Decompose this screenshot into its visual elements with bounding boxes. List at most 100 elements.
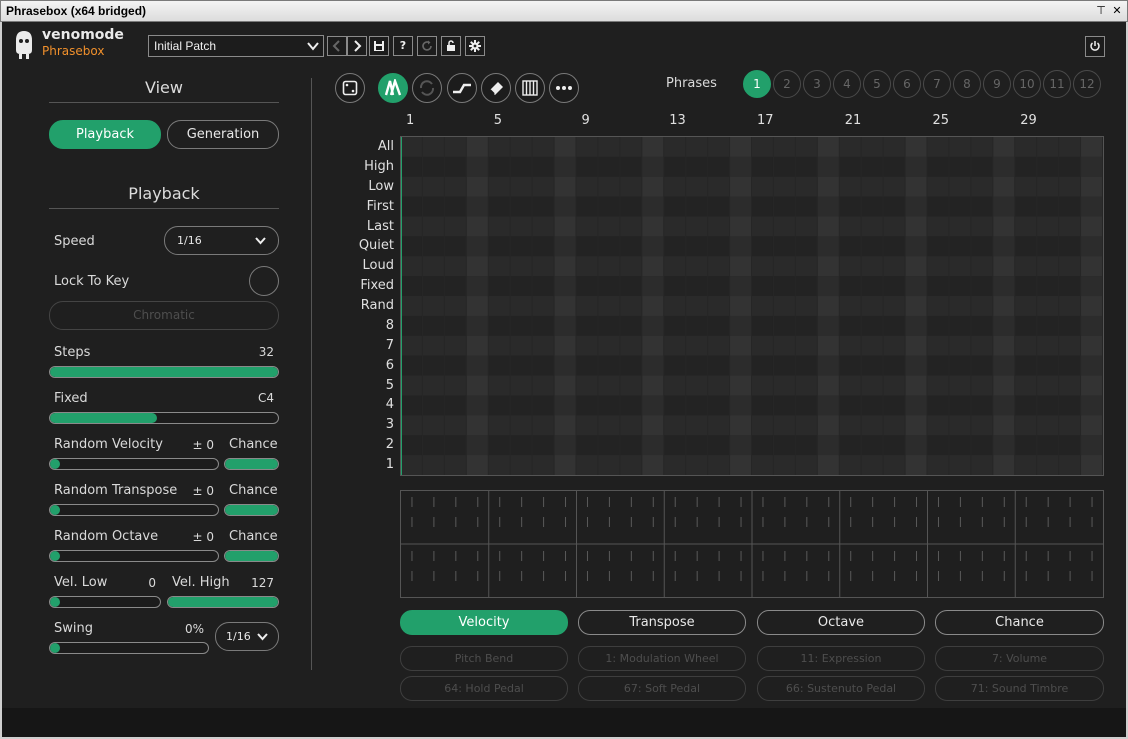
grid-cell[interactable] [598,455,620,475]
grid-cell[interactable] [905,236,927,257]
grid-cell[interactable] [773,156,795,177]
grid-cell[interactable] [861,415,883,436]
grid-cell[interactable] [1037,196,1059,217]
grid-cell[interactable] [598,196,620,217]
grid-cell[interactable] [401,256,422,277]
grid-cell[interactable] [510,176,532,197]
vel-high-slider[interactable] [167,596,279,608]
grid-cell[interactable] [949,315,971,336]
grid-cell[interactable] [993,176,1015,197]
grid-cell[interactable] [510,335,532,356]
grid-cell[interactable] [905,176,927,197]
grid-cell[interactable] [949,375,971,396]
grid-cell[interactable] [466,315,488,336]
grid-cell[interactable] [773,176,795,197]
grid-cell[interactable] [971,196,993,217]
grid-cell[interactable] [422,216,444,237]
grid-cell[interactable] [444,455,466,475]
grid-cell[interactable] [708,176,730,197]
grid-cell[interactable] [883,355,905,376]
grid-cell[interactable] [817,355,839,376]
grid-cell[interactable] [817,296,839,316]
grid-cell[interactable] [422,236,444,257]
grid-cell[interactable] [642,236,664,257]
grid-cell[interactable] [576,137,598,157]
grid-cell[interactable] [752,355,773,376]
grid-cell[interactable] [905,296,927,316]
next-patch-button[interactable] [347,36,367,56]
grid-cell[interactable] [1037,395,1059,416]
grid-cell[interactable] [993,375,1015,396]
grid-cell[interactable] [422,375,444,396]
grid-cell[interactable] [466,156,488,177]
grid-cell[interactable] [795,435,817,456]
grid-cell[interactable] [576,395,598,416]
grid-cell[interactable] [664,435,686,456]
grid-cell[interactable] [971,296,993,316]
grid-cell[interactable] [488,395,510,416]
speed-dropdown[interactable]: 1/16 [164,226,279,255]
mod-tab-octave[interactable]: Octave [757,610,925,635]
grid-cell[interactable] [905,315,927,336]
grid-cell[interactable] [1081,236,1102,257]
grid-cell[interactable] [532,216,554,237]
grid-cell[interactable] [554,176,576,197]
grid-cell[interactable] [993,137,1015,157]
grid-cell[interactable] [642,276,664,297]
grid-cell[interactable] [730,435,751,456]
grid-cell[interactable] [664,455,686,475]
grid-cell[interactable] [554,355,576,376]
grid-cell[interactable] [773,335,795,356]
grid-cell[interactable] [488,355,510,376]
grid-cell[interactable] [1037,236,1059,257]
grid-cell[interactable] [401,375,422,396]
grid-cell[interactable] [686,216,708,237]
grid-cell[interactable] [554,216,576,237]
grid-cell[interactable] [730,137,751,157]
grid-cell[interactable] [1059,375,1081,396]
grid-cell[interactable] [971,156,993,177]
grid-cell[interactable] [576,276,598,297]
grid-cell[interactable] [905,395,927,416]
grid-cell[interactable] [532,156,554,177]
grid-cell[interactable] [817,216,839,237]
grid-cell[interactable] [861,335,883,356]
grid-cell[interactable] [532,315,554,336]
grid-cell[interactable] [971,276,993,297]
grid-cell[interactable] [488,335,510,356]
grid-cell[interactable] [488,236,510,257]
grid-cell[interactable] [554,395,576,416]
grid-cell[interactable] [422,395,444,416]
grid-cell[interactable] [730,375,751,396]
phrase-button-2[interactable]: 2 [773,70,801,98]
grid-cell[interactable] [488,156,510,177]
grid-cell[interactable] [620,375,642,396]
grid-cell[interactable] [576,375,598,396]
grid-cell[interactable] [752,276,773,297]
grid-cell[interactable] [532,375,554,396]
grid-cell[interactable] [708,355,730,376]
grid-cell[interactable] [861,375,883,396]
grid-cell[interactable] [1059,315,1081,336]
settings-button[interactable] [465,36,485,56]
grid-cell[interactable] [708,256,730,277]
grid-cell[interactable] [927,315,949,336]
grid-cell[interactable] [795,196,817,217]
grid-cell[interactable] [598,256,620,277]
grid-cell[interactable] [971,176,993,197]
grid-cell[interactable] [1081,176,1102,197]
grid-cell[interactable] [795,216,817,237]
grid-cell[interactable] [642,137,664,157]
grid-cell[interactable] [620,216,642,237]
grid-cell[interactable] [444,355,466,376]
grid-cell[interactable] [927,137,949,157]
grid-cell[interactable] [1037,137,1059,157]
grid-cell[interactable] [861,276,883,297]
grid-cell[interactable] [488,315,510,336]
grid-cell[interactable] [817,156,839,177]
grid-cell[interactable] [730,176,751,197]
grid-cell[interactable] [510,296,532,316]
grid-cell[interactable] [795,137,817,157]
loop-button[interactable] [412,73,442,103]
grid-cell[interactable] [466,355,488,376]
